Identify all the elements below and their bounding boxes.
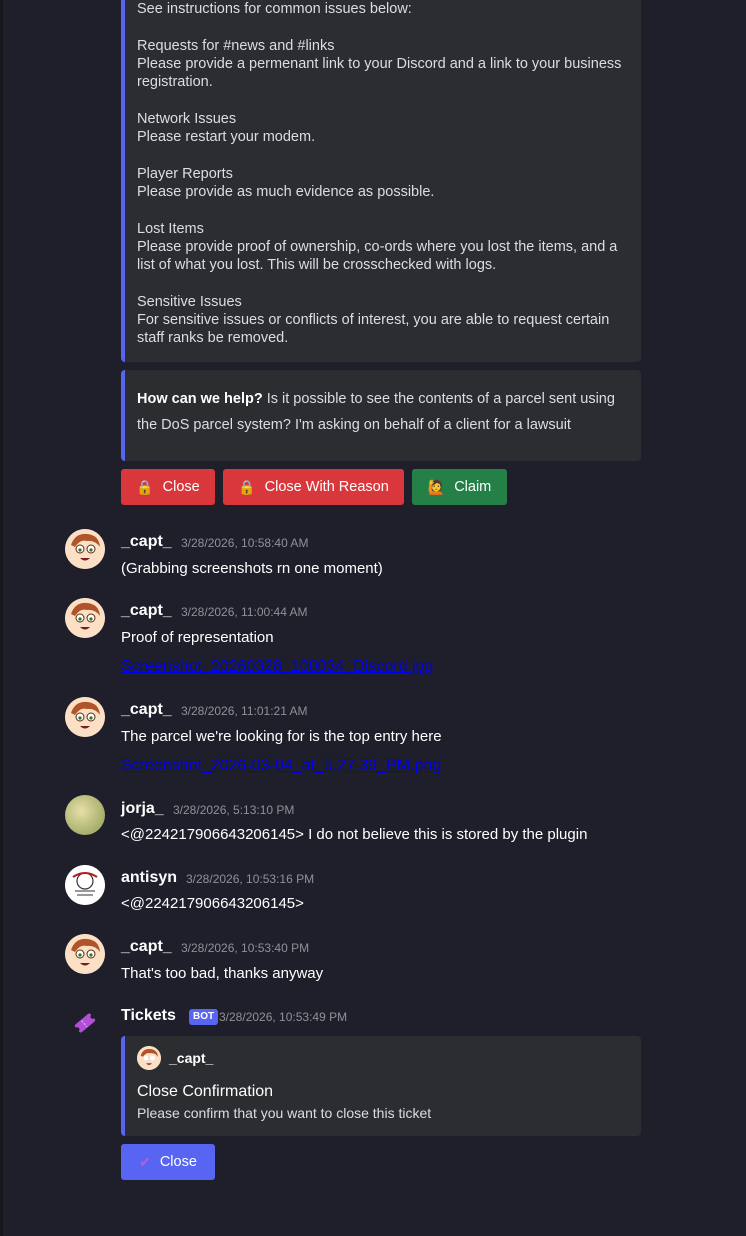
message-timestamp: 3/28/2026, 10:53:40 PM [181,941,310,955]
instruction-line: Sensitive Issues [137,293,242,310]
message-author[interactable]: Tickets [121,1006,176,1026]
message-author[interactable]: _capt_ [121,601,172,621]
message-timestamp: 3/28/2026, 11:01:21 AM [181,704,308,718]
embed-author-name: _capt_ [169,1050,214,1066]
close-with-reason-label: Close With Reason [264,479,389,495]
lock-icon: 🔒 [136,479,154,495]
instruction-line: Please provide proof of ownership, co-or… [137,238,618,255]
confirm-close-button[interactable]: ✔ Close [121,1144,215,1180]
message-author[interactable]: antisyn [121,868,177,888]
embed-title: Close Confirmation [137,1083,274,1100]
check-icon: ✔ [139,1154,151,1170]
close-confirmation-embed: _capt_ Close Confirmation Please confirm… [121,1036,641,1136]
message-author[interactable]: _capt_ [121,532,172,552]
instructions-embed: See instructions for common issues below… [121,0,641,362]
message-author[interactable]: _capt_ [121,937,172,957]
message-timestamp: 3/28/2026, 10:53:16 PM [186,872,315,886]
ticket-icon [72,1010,98,1036]
question-label: How can we help? [137,391,263,407]
avatar[interactable] [65,934,105,974]
message-text: The parcel we're looking for is the top … [121,728,442,745]
message-timestamp: 3/28/2026, 10:58:40 AM [181,536,309,550]
message-author[interactable]: _capt_ [121,700,172,720]
instruction-line: See instructions for common issues below… [137,1,412,17]
instruction-line: Network Issues [137,110,237,127]
message-timestamp: 3/28/2026, 11:00:44 AM [181,605,308,619]
channel-divider [0,0,3,1236]
instruction-line: Player Reports [137,165,233,182]
avatar[interactable] [65,865,105,905]
instruction-line: Lost Items [137,220,204,237]
instruction-line: staff ranks be removed. [137,330,289,347]
embed-author-avatar [137,1046,161,1070]
close-with-reason-button[interactable]: 🔒 Close With Reason [223,469,404,505]
instruction-line: Requests for #news and #links [137,37,335,54]
question-text: How can we help? Is it possible to see t… [137,386,627,438]
instruction-line: list of what you lost. This will be cros… [137,257,497,274]
instruction-line: Please provide a permenant link to your … [137,55,622,72]
avatar[interactable] [65,795,105,835]
message-author[interactable]: jorja_ [121,799,164,819]
instructions-text: See instructions for common issues below… [137,0,629,348]
attachment-link[interactable]: Screenshot_2026-03-04_at_5.27.39_PM.png [121,756,441,776]
question-embed: How can we help? Is it possible to see t… [121,370,641,461]
raising-hand-icon: 🙋 [427,479,446,495]
instruction-line: Please provide as much evidence as possi… [137,183,435,200]
message-timestamp: 3/28/2026, 5:13:10 PM [173,803,295,817]
message-text: <@224217906643206145> I do not believe t… [121,826,588,843]
message-text: (Grabbing screenshots rn one moment) [121,560,383,577]
message-timestamp: 3/28/2026, 10:53:49 PM [219,1010,348,1024]
lock-icon: 🔒 [238,479,256,495]
message-text: That's too bad, thanks anyway [121,965,324,982]
close-button-label: Close [162,479,200,495]
avatar[interactable] [65,529,105,569]
instruction-line: registration. [137,74,213,91]
message-text: <@224217906643206145> [121,895,304,912]
claim-button[interactable]: 🙋 Claim [412,469,507,505]
embed-description: Please confirm that you want to close th… [137,1105,432,1121]
embed-author: _capt_ [137,1046,629,1070]
bot-badge: BOT [189,1009,219,1025]
close-button[interactable]: 🔒 Close [121,469,215,505]
instruction-line: For sensitive issues or conflicts of int… [137,312,610,329]
message-text: Proof of representation [121,629,274,646]
attachment-link[interactable]: Screenshot_20260328_100034_Discord.jpg [121,657,433,677]
claim-button-label: Claim [454,479,492,495]
avatar[interactable] [65,697,105,737]
avatar[interactable] [65,598,105,638]
instruction-line: Please restart your modem. [137,129,316,146]
confirm-close-label: Close [159,1154,197,1170]
